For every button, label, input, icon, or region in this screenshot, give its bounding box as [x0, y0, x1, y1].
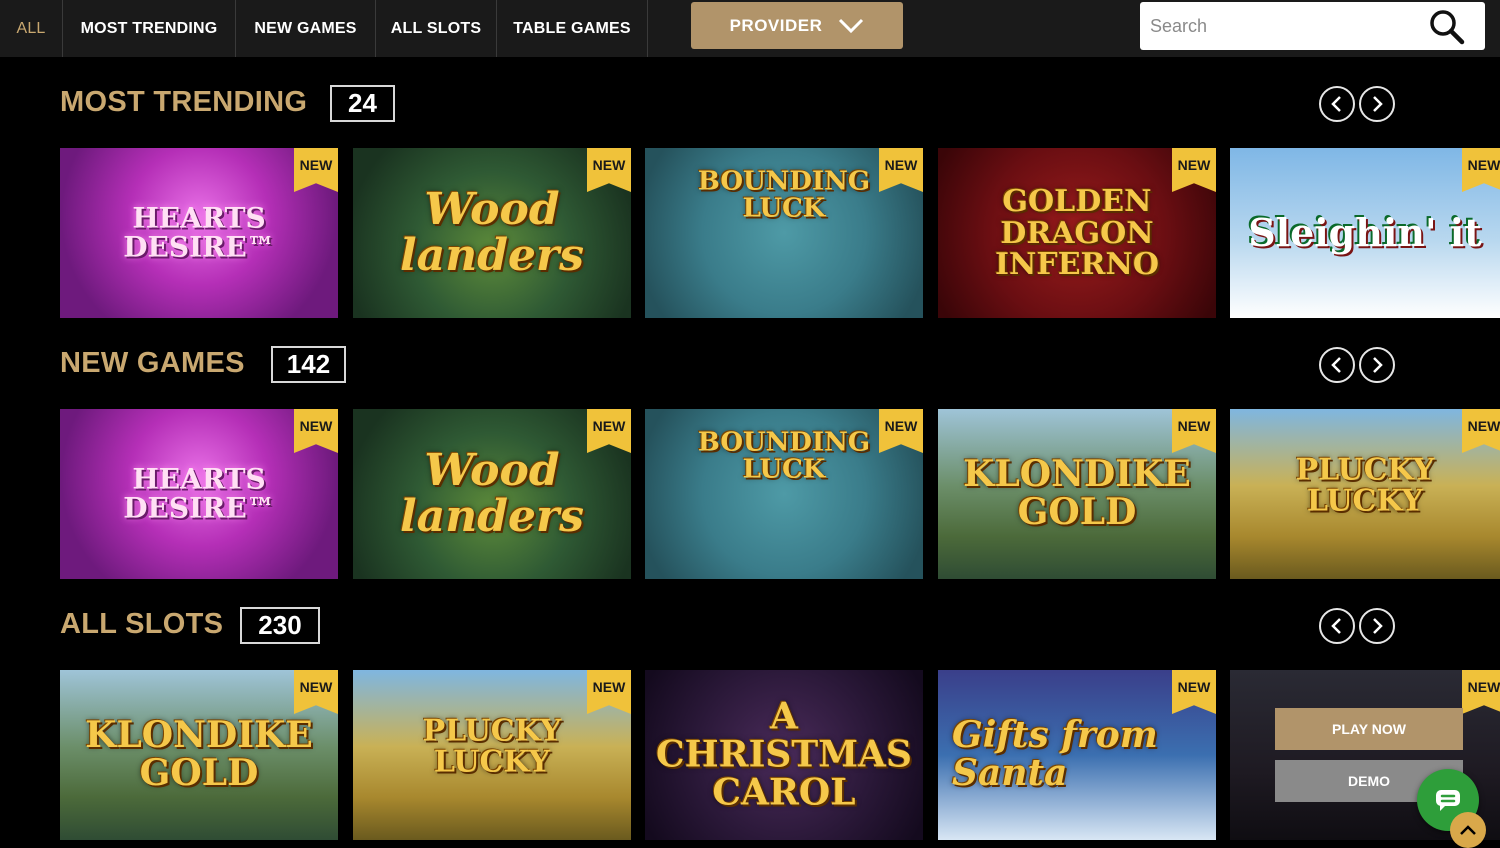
section-count-all-slots: 230	[240, 607, 320, 644]
new-badge: NEW	[1462, 148, 1500, 192]
game-tile-klondike-gold[interactable]: KLONDIKE GOLD NEW	[938, 409, 1216, 579]
new-badge: NEW	[294, 409, 338, 453]
section-title-new-games: NEW GAMES	[60, 347, 245, 379]
prev-arrow-all-slots[interactable]	[1319, 608, 1355, 644]
game-tile-bounding-luck[interactable]: BOUNDING LUCK NEW	[645, 148, 923, 318]
game-title: PLUCKY LUCKY	[1295, 452, 1435, 519]
section-title-most-trending: MOST TRENDING	[60, 86, 308, 118]
provider-label: PROVIDER	[729, 15, 823, 35]
search-input[interactable]	[1150, 2, 1420, 50]
next-arrow-most-trending[interactable]	[1359, 86, 1395, 122]
tab-all[interactable]: ALL	[0, 0, 63, 57]
game-tile-woodlanders[interactable]: Wood landers NEW	[353, 148, 631, 318]
chevron-down-icon	[839, 18, 864, 33]
new-badge: NEW	[587, 409, 631, 453]
game-title: HEARTS DESIRE™	[123, 462, 275, 525]
game-tile-golden-dragon-inferno[interactable]: GOLDEN DRAGON INFERNO NEW	[938, 148, 1216, 318]
game-tile-sleighin-it[interactable]: Sleighin' it NEW	[1230, 148, 1500, 318]
next-arrow-all-slots[interactable]	[1359, 608, 1395, 644]
search-icon[interactable]	[1429, 9, 1465, 45]
game-tile-gifts-from-santa[interactable]: Gifts from Santa NEW	[938, 670, 1216, 840]
game-title: A CHRISTMAS CAROL	[656, 695, 912, 813]
game-tile-hearts-desire[interactable]: HEARTS DESIRE™ NEW	[60, 409, 338, 579]
game-tile-christmas-carol[interactable]: A CHRISTMAS CAROL	[645, 670, 923, 840]
chevron-right-icon	[1373, 618, 1383, 634]
game-title: KLONDIKE GOLD	[963, 453, 1191, 533]
game-title: Wood landers	[400, 444, 584, 542]
game-tile-plucky-lucky[interactable]: PLUCKY LUCKY NEW	[353, 670, 631, 840]
new-badge: NEW	[294, 148, 338, 192]
provider-dropdown-button[interactable]: PROVIDER	[691, 2, 903, 49]
tab-new-games[interactable]: NEW GAMES	[236, 0, 376, 57]
chat-icon	[1436, 790, 1460, 811]
game-title: Sleighin' it	[1248, 210, 1482, 256]
prev-arrow-new-games[interactable]	[1319, 347, 1355, 383]
top-navigation: ALL MOST TRENDING NEW GAMES ALL SLOTS TA…	[0, 0, 1500, 57]
game-tile-bounding-luck[interactable]: BOUNDING LUCK NEW	[645, 409, 923, 579]
game-tile-woodlanders[interactable]: Wood landers NEW	[353, 409, 631, 579]
chevron-up-icon	[1460, 825, 1476, 835]
new-badge: NEW	[1462, 409, 1500, 453]
chevron-right-icon	[1373, 357, 1383, 373]
game-tile-plucky-lucky[interactable]: PLUCKY LUCKY NEW	[1230, 409, 1500, 579]
search-box	[1140, 2, 1485, 50]
section-count-most-trending: 24	[330, 85, 395, 122]
game-title: Wood landers	[400, 183, 584, 281]
game-title: HEARTS DESIRE™	[123, 201, 275, 264]
game-title: Gifts from Santa	[952, 714, 1158, 794]
game-title: PLUCKY LUCKY	[422, 713, 562, 780]
section-title-all-slots: ALL SLOTS	[60, 608, 224, 640]
section-count-new-games: 142	[271, 346, 346, 383]
tab-all-slots[interactable]: ALL SLOTS	[376, 0, 497, 57]
tab-table-games[interactable]: TABLE GAMES	[497, 0, 648, 57]
chevron-left-icon	[1331, 357, 1341, 373]
new-badge: NEW	[294, 670, 338, 714]
new-badge: NEW	[1172, 409, 1216, 453]
game-title: KLONDIKE GOLD	[85, 714, 313, 794]
new-badge: NEW	[587, 148, 631, 192]
new-badge: NEW	[587, 670, 631, 714]
play-now-button[interactable]: PLAY NOW	[1275, 708, 1463, 750]
scroll-to-top-button[interactable]	[1450, 812, 1486, 848]
tab-most-trending[interactable]: MOST TRENDING	[63, 0, 236, 57]
chevron-left-icon	[1331, 96, 1341, 112]
prev-arrow-most-trending[interactable]	[1319, 86, 1355, 122]
chevron-left-icon	[1331, 618, 1341, 634]
game-tile-klondike-gold[interactable]: KLONDIKE GOLD NEW	[60, 670, 338, 840]
game-title: GOLDEN DRAGON INFERNO	[994, 183, 1160, 282]
new-badge: NEW	[1172, 670, 1216, 714]
next-arrow-new-games[interactable]	[1359, 347, 1395, 383]
new-badge: NEW	[1462, 670, 1500, 714]
game-tile-hearts-desire[interactable]: HEARTS DESIRE™ NEW	[60, 148, 338, 318]
chevron-right-icon	[1373, 96, 1383, 112]
